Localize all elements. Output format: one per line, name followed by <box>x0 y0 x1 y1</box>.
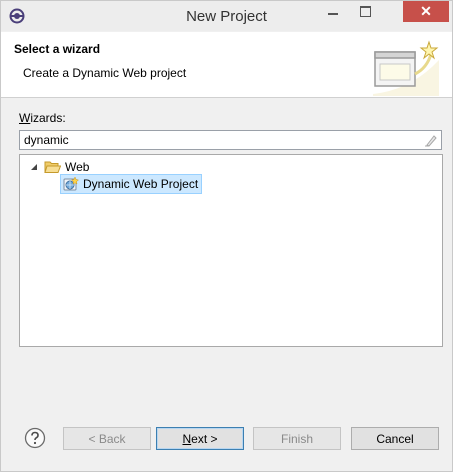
wizard-tree[interactable]: Web Dynamic Web Project <box>19 154 443 347</box>
wizard-header: Select a wizard Create a Dynamic Web pro… <box>1 32 452 98</box>
close-button[interactable]: ✕ <box>403 1 449 22</box>
expanded-triangle-icon[interactable] <box>30 163 38 171</box>
new-project-dialog: New Project ✕ Select a wizard Create a D… <box>0 0 453 472</box>
window-title: New Project <box>186 8 267 25</box>
folder-open-icon <box>44 161 61 173</box>
wizards-label: Wizards: <box>19 111 66 125</box>
wizard-banner-icon <box>373 40 439 96</box>
finish-button[interactable]: Finish <box>253 427 341 450</box>
tree-item-label: Web <box>65 160 90 174</box>
wizards-label-mnemonic: W <box>19 111 31 125</box>
wizards-label-text: izards: <box>30 111 66 125</box>
dynamic-web-project-icon <box>63 176 79 191</box>
title-bar: New Project ✕ <box>1 1 452 31</box>
cancel-button[interactable]: Cancel <box>351 427 439 450</box>
tree-item-dynamic-web-project[interactable]: Dynamic Web Project <box>60 174 203 194</box>
maximize-button[interactable] <box>352 1 380 22</box>
dialog-footer: < Back Next > Finish Cancel <box>1 409 452 471</box>
wizard-filter-field[interactable] <box>19 130 442 150</box>
selected-item-highlight[interactable]: Dynamic Web Project <box>60 174 203 194</box>
tree-item-label: Dynamic Web Project <box>83 177 199 191</box>
next-button[interactable]: Next > <box>156 427 244 450</box>
minimize-button[interactable] <box>319 1 347 22</box>
clear-filter-icon[interactable] <box>424 133 437 147</box>
next-mnemonic: N <box>182 431 192 446</box>
help-icon[interactable] <box>24 427 46 449</box>
back-button[interactable]: < Back <box>63 427 151 450</box>
header-description: Create a Dynamic Web project <box>23 66 187 80</box>
header-title: Select a wizard <box>14 42 101 56</box>
close-icon: ✕ <box>420 3 432 19</box>
next-label-text: ext > <box>191 431 218 446</box>
wizard-filter-input[interactable] <box>20 131 414 149</box>
